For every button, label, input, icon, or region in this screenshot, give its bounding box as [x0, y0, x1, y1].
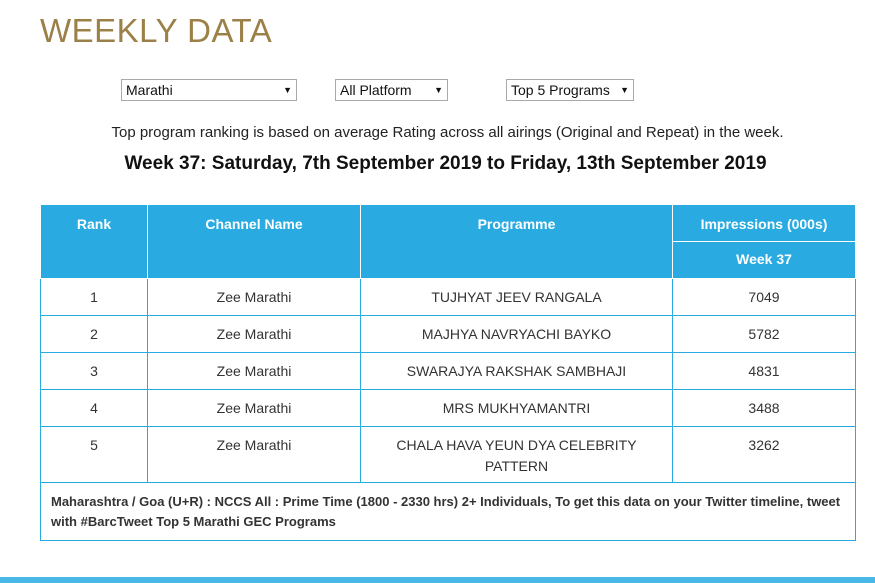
rank-cell: 4: [40, 389, 148, 427]
channel-cell: Zee Marathi: [147, 278, 361, 316]
channel-cell: Zee Marathi: [147, 389, 361, 427]
language-select-value: Marathi: [126, 82, 173, 98]
platform-select[interactable]: All Platform ▼: [335, 79, 448, 101]
programme-cell: CHALA HAVA YEUN DYA CELEBRITY PATTERN: [360, 426, 673, 483]
header-week: Week 37: [672, 241, 856, 279]
rank-cell: 5: [40, 426, 148, 483]
channel-cell: Zee Marathi: [147, 315, 361, 353]
table-row: 2 Zee Marathi MAJHYA NAVRYACHI BAYKO 578…: [40, 315, 856, 353]
impressions-cell: 7049: [672, 278, 856, 316]
impressions-cell: 3488: [672, 389, 856, 427]
table-row: 1 Zee Marathi TUJHYAT JEEV RANGALA 7049: [40, 278, 856, 316]
impressions-cell: 3262: [672, 426, 856, 483]
programs-select-value: Top 5 Programs: [511, 82, 610, 98]
ranking-table-container: Rank Channel Name Programme Impressions …: [40, 204, 856, 541]
impressions-cell: 5782: [672, 315, 856, 353]
header-impressions: Impressions (000s): [672, 204, 856, 242]
programme-cell: SWARAJYA RAKSHAK SAMBHAJI: [360, 352, 673, 390]
header-programme: Programme: [360, 204, 673, 279]
table-footer-row: Maharashtra / Goa (U+R) : NCCS All : Pri…: [40, 482, 856, 541]
table-row: 3 Zee Marathi SWARAJYA RAKSHAK SAMBHAJI …: [40, 352, 856, 390]
table-row: 5 Zee Marathi CHALA HAVA YEUN DYA CELEBR…: [40, 426, 856, 483]
week-heading: Week 37: Saturday, 7th September 2019 to…: [124, 153, 767, 174]
language-select[interactable]: Marathi ▼: [121, 79, 297, 101]
programme-cell: MAJHYA NAVRYACHI BAYKO: [360, 315, 673, 353]
ranking-table: Rank Channel Name Programme Impressions …: [40, 204, 856, 541]
bottom-divider: [0, 577, 875, 583]
caret-down-icon: ▼: [434, 85, 443, 95]
rank-cell: 3: [40, 352, 148, 390]
header-rank: Rank: [40, 204, 148, 279]
channel-cell: Zee Marathi: [147, 352, 361, 390]
page-title: WEEKLY DATA: [40, 12, 273, 49]
channel-cell: Zee Marathi: [147, 426, 361, 483]
caret-down-icon: ▼: [620, 85, 629, 95]
ranking-note: Top program ranking is based on average …: [111, 124, 784, 141]
table-row: 4 Zee Marathi MRS MUKHYAMANTRI 3488: [40, 389, 856, 427]
caret-down-icon: ▼: [283, 85, 292, 95]
programme-cell: MRS MUKHYAMANTRI: [360, 389, 673, 427]
programme-cell: TUJHYAT JEEV RANGALA: [360, 278, 673, 316]
impressions-cell: 4831: [672, 352, 856, 390]
table-footnote: Maharashtra / Goa (U+R) : NCCS All : Pri…: [40, 482, 856, 541]
header-channel-name: Channel Name: [147, 204, 361, 279]
platform-select-value: All Platform: [340, 82, 412, 98]
programs-select[interactable]: Top 5 Programs ▼: [506, 79, 634, 101]
rank-cell: 1: [40, 278, 148, 316]
rank-cell: 2: [40, 315, 148, 353]
filter-bar: Marathi ▼ All Platform ▼ Top 5 Programs …: [0, 79, 875, 103]
